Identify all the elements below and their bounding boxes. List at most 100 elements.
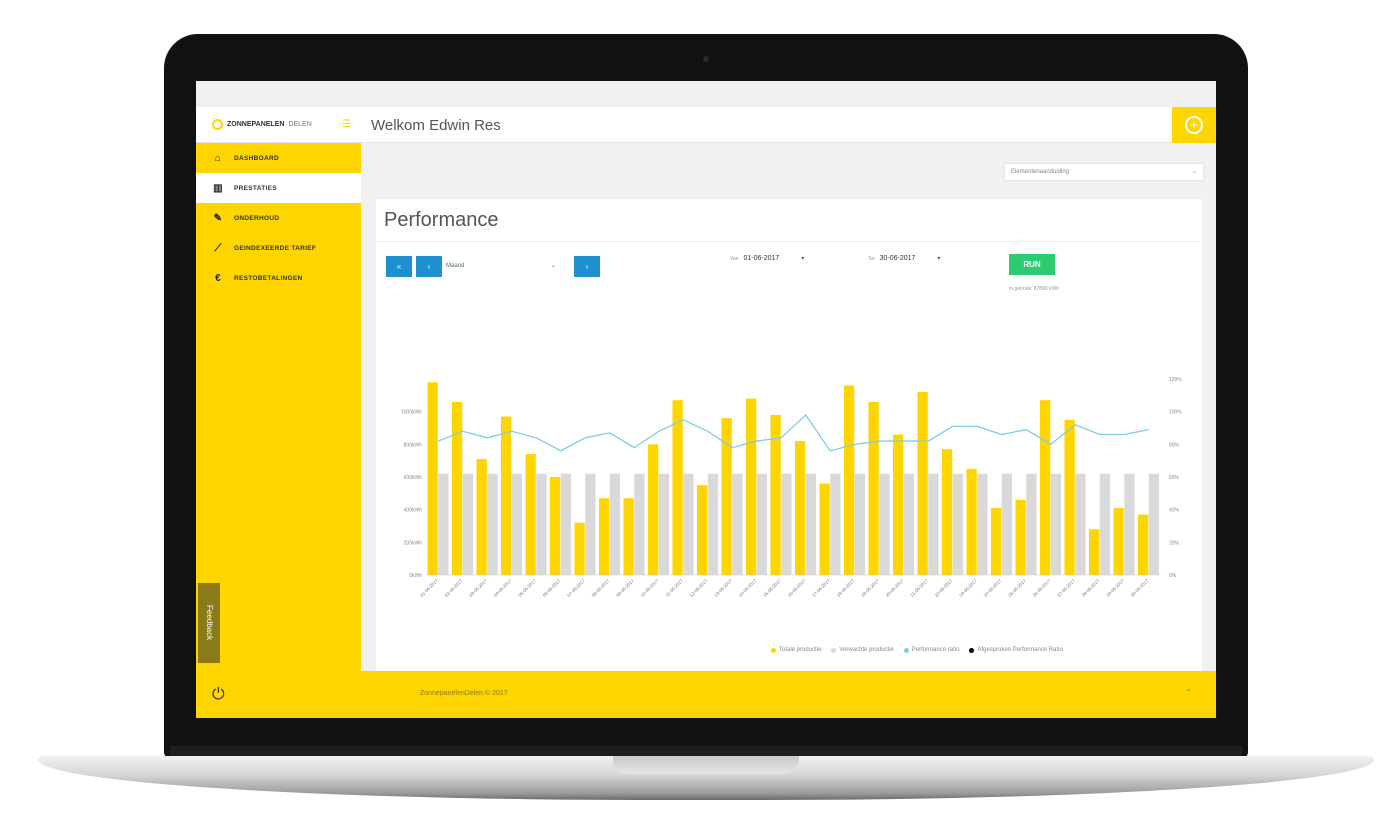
chevron-down-icon: ⌄: [550, 263, 556, 269]
performance-chart: 0kWh 200kWh 400kWh 600kWh 800kWh 1000kWh 0% 20%…: [401, 377, 1182, 598]
expected-production-bar: [854, 473, 866, 575]
x-tick-label: 14-06-2017: [738, 578, 758, 598]
total-production-bar: [941, 449, 953, 575]
sidebar-item-tarief[interactable]: ⟋ GEINDEXEERDE TARIEF: [196, 233, 361, 263]
app-logo[interactable]: ZONNEPANELEN DELEN: [212, 119, 312, 130]
performance-panel: Performance « ‹ Maand ⌄ › Van 01-06-2017…: [376, 199, 1202, 671]
chart-legend: Totale productie Verwachte productie Perfo…: [771, 647, 1063, 653]
sidebar-item-onderhoud[interactable]: ✎ ONDERHOUD: [196, 203, 361, 233]
expected-production-bar: [658, 473, 670, 575]
y-left-tick-label: 1000kWh: [401, 410, 422, 416]
caret-down-icon: ▾: [937, 256, 941, 262]
legend-item[interactable]: Afgesproken Performance Ratio: [969, 647, 1063, 653]
sidebar-item-restobetalingen[interactable]: € RESTOBETALINGEN: [196, 263, 361, 293]
total-production-bar: [623, 498, 634, 575]
x-tick-label: 29-06-2017: [1105, 578, 1125, 598]
expected-production-bar: [438, 473, 449, 575]
x-tick-label: 22-06-2017: [934, 578, 954, 598]
prev-period-button[interactable]: ‹: [416, 256, 442, 277]
legend-label: Totale productie: [779, 647, 822, 653]
total-production-bar: [1137, 514, 1149, 575]
sidebar: ⌂ DASHBOARD ▥ PRESTATIES ✎ ONDERHOUD ⟋ G…: [196, 143, 361, 671]
expected-production-bar: [609, 473, 621, 575]
from-date-field[interactable]: Van 01-06-2017 ▾: [730, 255, 804, 273]
expected-production-bar: [903, 473, 915, 575]
x-tick-label: 28-06-2017: [1081, 578, 1101, 598]
x-tick-label: 27-06-2017: [1056, 578, 1076, 598]
next-period-button[interactable]: ›: [574, 256, 600, 277]
total-production-bar: [696, 485, 708, 575]
add-button[interactable]: +: [1172, 107, 1216, 143]
x-tick-label: 05-06-2017: [517, 578, 537, 598]
hamburger-menu-icon[interactable]: ☰: [342, 119, 351, 130]
sidebar-item-dashboard[interactable]: ⌂ DASHBOARD: [196, 143, 361, 173]
x-tick-label: 25-06-2017: [1007, 578, 1027, 598]
feedback-tab[interactable]: Feedback: [198, 583, 220, 663]
total-production-bar: [843, 385, 855, 575]
scroll-up-icon[interactable]: ⌃: [1185, 688, 1192, 697]
sidebar-item-label: ONDERHOUD: [234, 214, 280, 222]
chevron-down-icon: ⌄: [1191, 169, 1197, 175]
sidebar-item-prestaties[interactable]: ▥ PRESTATIES: [196, 173, 361, 203]
divider: [376, 241, 1202, 242]
total-production-bar: [549, 477, 561, 575]
element-select[interactable]: Elementenaanduiding ⌄: [1004, 163, 1204, 181]
legend-label: Verwachte productie: [839, 647, 894, 653]
total-production-bar: [1088, 529, 1100, 575]
legend-item[interactable]: Performance ratio: [903, 647, 959, 653]
expected-production-bar: [756, 473, 768, 575]
sun-logo-icon: [212, 119, 223, 130]
legend-dot-icon: [831, 647, 837, 653]
legend-item[interactable]: Verwachte productie: [831, 647, 894, 653]
legend-dot-icon: [903, 647, 909, 653]
total-production-bar: [966, 468, 977, 575]
top-bar: ZONNEPANELEN DELEN ☰ Welkom Edwin Res +: [196, 107, 1216, 143]
x-tick-label: 13-06-2017: [713, 578, 733, 598]
x-tick-label: 18-06-2017: [836, 578, 856, 598]
to-date-field[interactable]: Tot 30-06-2017 ▾: [868, 255, 940, 273]
expected-production-bar: [511, 473, 523, 575]
total-production-bar: [745, 398, 757, 575]
first-period-button[interactable]: «: [386, 256, 412, 277]
laptop-screen: ZONNEPANELEN DELEN ☰ Welkom Edwin Res + …: [196, 81, 1216, 718]
total-production-bar: [868, 401, 879, 575]
x-tick-label: 21-06-2017: [909, 578, 929, 598]
y-left-tick-label: 600kWh: [404, 475, 423, 481]
period-select[interactable]: Maand ⌄: [442, 256, 560, 277]
x-tick-label: 06-06-2017: [542, 578, 562, 598]
total-production-bar: [672, 400, 683, 575]
x-tick-label: 26-06-2017: [1032, 578, 1052, 598]
legend-label: Afgesproken Performance Ratio: [977, 647, 1063, 653]
expected-production-bar: [1001, 473, 1013, 575]
total-production-bar: [1015, 499, 1026, 575]
expected-production-bar: [732, 473, 743, 575]
wrench-icon: ✎: [213, 212, 223, 224]
run-button[interactable]: RUN: [1009, 254, 1055, 275]
total-production-bar: [794, 441, 806, 575]
y-left-tick-label: 0kWh: [409, 573, 422, 579]
total-production-bar: [1039, 400, 1051, 575]
x-tick-label: 09-06-2017: [615, 578, 635, 598]
power-icon[interactable]: ⏻: [212, 686, 225, 704]
laptop-notch: [613, 756, 799, 774]
x-tick-label: 02-06-2017: [444, 578, 464, 598]
y-left-tick-label: 200kWh: [404, 540, 423, 546]
x-tick-label: 23-06-2017: [958, 578, 978, 598]
y-right-tick-label: 0%: [1169, 573, 1177, 579]
expected-production-bar: [1026, 473, 1037, 575]
total-production-bar: [892, 434, 904, 575]
expected-production-bar: [634, 473, 645, 575]
expected-production-bar: [977, 473, 988, 575]
expected-production-bar: [928, 473, 939, 575]
from-date-label: Van: [730, 256, 739, 262]
expected-production-bar: [781, 473, 792, 575]
total-production-bar: [451, 401, 463, 575]
expected-production-bar: [585, 473, 596, 575]
total-production-bar: [1113, 508, 1124, 575]
total-production-bar: [819, 483, 830, 575]
x-tick-label: 01-06-2017: [419, 578, 439, 598]
x-tick-label: 24-06-2017: [983, 578, 1003, 598]
from-date-value: 01-06-2017: [743, 255, 780, 262]
total-production-bar: [917, 392, 928, 575]
legend-item[interactable]: Totale productie: [771, 647, 821, 653]
